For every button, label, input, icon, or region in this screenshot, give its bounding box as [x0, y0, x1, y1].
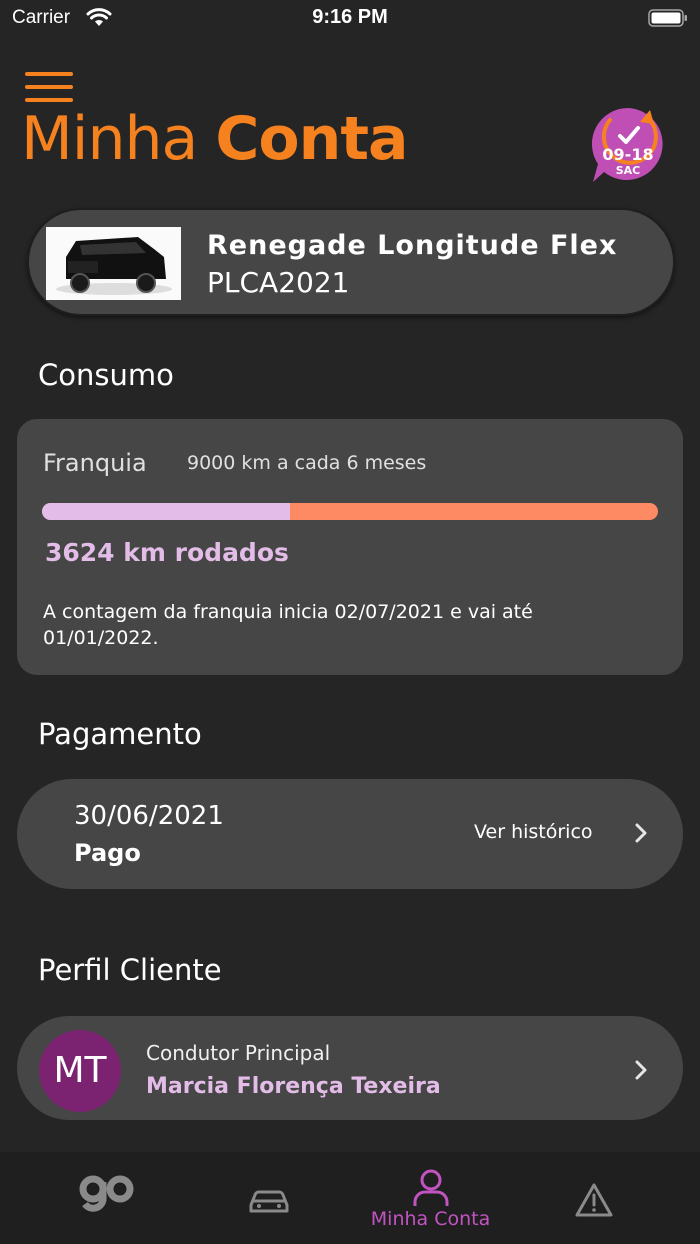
consumo-section-title: Consumo: [38, 358, 174, 392]
perfil-section-title: Perfil Cliente: [38, 953, 222, 987]
consumo-card: Franquia 9000 km a cada 6 meses 3624 km …: [17, 419, 683, 675]
car-image: [46, 227, 181, 300]
page-title: Minha Conta: [21, 104, 408, 174]
franquia-note: A contagem da franquia inicia 02/07/2021…: [43, 601, 533, 649]
franquia-value: 9000 km a cada 6 meses: [187, 452, 427, 474]
person-icon: [413, 1169, 449, 1206]
perfil-role: Condutor Principal: [146, 1041, 331, 1065]
pagamento-card[interactable]: 30/06/2021 Pago Ver histórico: [17, 779, 683, 889]
vehicle-card[interactable]: Renegade Longitude Flex PLCA2021: [27, 208, 675, 316]
vehicle-name: Renegade Longitude Flex: [207, 230, 618, 261]
page-title-light: Minha: [21, 104, 216, 174]
warning-icon: [575, 1183, 613, 1217]
car-icon: [249, 1190, 289, 1213]
tab-bar: Minha Conta: [0, 1152, 700, 1244]
tab-minha-conta-label: Minha Conta: [370, 1208, 491, 1230]
tab-alerts[interactable]: [506, 1152, 681, 1244]
franquia-progress-fill: [42, 503, 291, 520]
tab-minha-conta[interactable]: Minha Conta: [343, 1152, 518, 1244]
perfil-name: Marcia Florença Texeira: [146, 1074, 441, 1099]
perfil-card[interactable]: MT Condutor Principal Marcia Florença Te…: [17, 1016, 683, 1120]
battery-icon: [648, 8, 688, 33]
sac-badge[interactable]: 09-18 SAC: [588, 104, 668, 184]
franquia-progress-bar: [42, 503, 658, 520]
km-rodados: 3624 km rodados: [45, 538, 289, 567]
payment-status: Pago: [74, 839, 141, 867]
clock-check-icon: 09-18 SAC: [591, 107, 663, 182]
sac-label: SAC: [616, 164, 641, 177]
view-history-link[interactable]: Ver histórico: [474, 821, 593, 843]
chevron-right-icon[interactable]: [633, 822, 649, 844]
pagamento-section-title: Pagamento: [38, 717, 202, 751]
hamburger-menu-icon[interactable]: [25, 72, 73, 104]
status-time: 9:16 PM: [312, 6, 388, 28]
go-logo-icon: [79, 1175, 134, 1212]
tab-home[interactable]: [19, 1152, 194, 1244]
franquia-label: Franquia: [43, 449, 147, 477]
status-bar: Carrier 9:16 PM: [0, 0, 700, 36]
sac-hours: 09-18: [602, 145, 653, 164]
avatar: MT: [39, 1030, 121, 1112]
vehicle-plate: PLCA2021: [207, 266, 350, 299]
page-title-bold: Conta: [215, 104, 408, 174]
chevron-right-icon[interactable]: [633, 1059, 649, 1081]
payment-date: 30/06/2021: [74, 801, 224, 831]
tab-car[interactable]: [182, 1152, 357, 1244]
